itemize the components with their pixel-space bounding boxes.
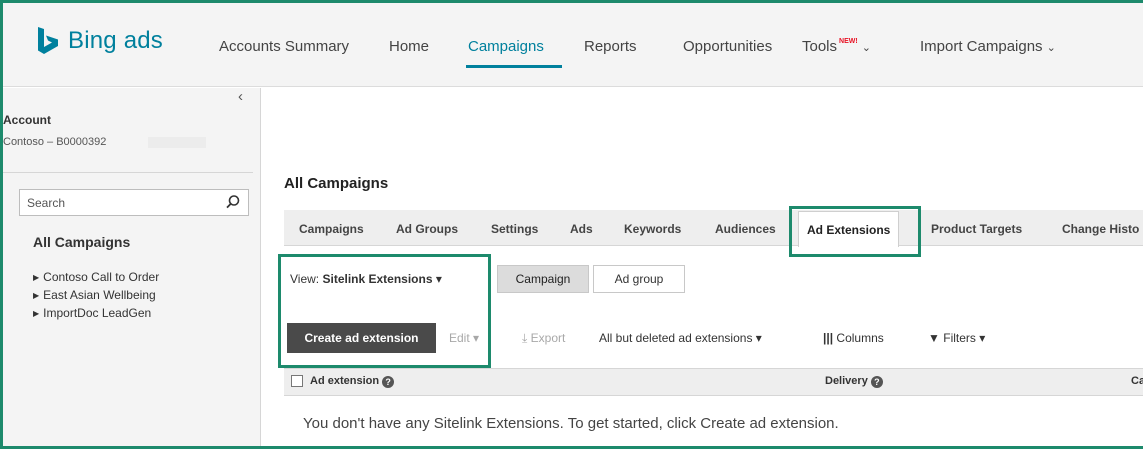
campaign-label: Contoso Call to Order (43, 270, 160, 284)
nav-tools[interactable]: Tools NEW!⌄ (802, 38, 871, 55)
view-prefix: View: (290, 272, 320, 286)
tab-settings[interactable]: Settings (491, 222, 538, 236)
nav-tools-label: Tools (802, 38, 838, 55)
filter-icon: ▼ (928, 331, 940, 345)
create-ad-extension-button[interactable]: Create ad extension (287, 323, 436, 353)
redacted-area (148, 137, 206, 148)
account-label: Account (3, 113, 51, 127)
column-header-label: Ad extension (310, 375, 380, 387)
caret-down-icon: ▾ (435, 272, 442, 286)
sidebar-campaign-item[interactable]: ▶ ImportDoc LeadGen (33, 306, 151, 320)
top-navigation: Bing ads Accounts Summary Home Campaigns… (3, 3, 1143, 87)
nav-accounts-summary[interactable]: Accounts Summary (219, 38, 349, 55)
tab-product-targets[interactable]: Product Targets (931, 222, 1022, 236)
toggle-campaign[interactable]: Campaign (497, 265, 589, 293)
column-header-label: Delivery (825, 375, 868, 387)
export-label: Export (530, 331, 566, 345)
sidebar: ‹ Account Contoso – B0000392 All Campaig… (3, 88, 261, 446)
tab-ads[interactable]: Ads (570, 222, 593, 236)
columns-label: Columns (836, 331, 884, 345)
export-button[interactable]: ⤓ Export (522, 331, 565, 346)
edit-label: Edit (449, 331, 470, 345)
sidebar-heading[interactable]: All Campaigns (33, 234, 130, 250)
empty-state-message: You don't have any Sitelink Extensions. … (303, 415, 839, 432)
nav-reports[interactable]: Reports (584, 38, 637, 55)
tab-campaigns[interactable]: Campaigns (299, 222, 364, 236)
search-input[interactable] (27, 195, 207, 211)
filters-button[interactable]: ▼ Filters ▾ (928, 331, 985, 345)
tab-change-history[interactable]: Change Histo (1062, 222, 1139, 236)
new-badge: NEW! (839, 38, 858, 45)
column-header-truncated[interactable]: Ca (1131, 375, 1143, 387)
select-all-checkbox[interactable] (291, 375, 303, 387)
bing-logo-icon (38, 27, 58, 54)
caret-down-icon: ▾ (473, 331, 480, 345)
app-window: Bing ads Accounts Summary Home Campaigns… (0, 0, 1143, 449)
chevron-down-icon: ⌄ (1046, 42, 1056, 54)
chevron-left-icon[interactable]: ‹ (238, 88, 243, 105)
tab-ad-extensions[interactable]: Ad Extensions (798, 211, 900, 247)
page-title: All Campaigns (284, 175, 389, 192)
nav-import-label: Import Campaigns (920, 38, 1043, 55)
status-filter-label: All but deleted ad extensions (599, 331, 753, 345)
expand-arrow-icon: ▶ (33, 273, 40, 282)
brand-logo[interactable]: Bing ads (38, 27, 163, 55)
help-icon[interactable]: ? (870, 376, 883, 388)
download-icon: ⤓ (522, 331, 528, 345)
chevron-down-icon: ⌄ (861, 42, 871, 54)
expand-arrow-icon: ▶ (33, 309, 40, 318)
search-icon[interactable] (225, 194, 241, 210)
caret-down-icon: ▾ (979, 331, 986, 345)
campaign-label: ImportDoc LeadGen (43, 306, 152, 320)
toggle-ad-group[interactable]: Ad group (593, 265, 685, 293)
filters-label: Filters (943, 331, 976, 345)
brand-name: Bing ads (68, 27, 163, 54)
sidebar-campaign-item[interactable]: ▶ Contoso Call to Order (33, 270, 159, 284)
divider (3, 172, 253, 173)
caret-down-icon: ▾ (755, 331, 762, 345)
view-selector[interactable]: View: Sitelink Extensions ▾ (290, 272, 442, 286)
table-header-row (284, 368, 1143, 396)
nav-campaigns[interactable]: Campaigns (468, 38, 544, 55)
tab-ad-groups[interactable]: Ad Groups (396, 222, 458, 236)
tab-audiences[interactable]: Audiences (715, 222, 776, 236)
nav-opportunities[interactable]: Opportunities (683, 38, 772, 55)
tab-keywords[interactable]: Keywords (624, 222, 681, 236)
view-value: Sitelink Extensions (322, 272, 433, 286)
nav-import-campaigns[interactable]: Import Campaigns ⌄ (920, 38, 1056, 55)
edit-button[interactable]: Edit ▾ (449, 331, 479, 345)
status-filter-dropdown[interactable]: All but deleted ad extensions ▾ (599, 331, 762, 345)
column-header-ad-extension[interactable]: Ad extension? (310, 375, 395, 388)
nav-home[interactable]: Home (389, 38, 429, 55)
columns-icon: ||| (823, 331, 834, 345)
help-icon[interactable]: ? (382, 376, 395, 388)
sidebar-campaign-item[interactable]: ▶ East Asian Wellbeing (33, 288, 156, 302)
active-nav-indicator (466, 65, 562, 68)
sidebar-search (19, 189, 249, 216)
campaign-label: East Asian Wellbeing (43, 288, 156, 302)
account-value[interactable]: Contoso – B0000392 (3, 136, 106, 148)
columns-button[interactable]: ||| Columns (823, 331, 884, 345)
column-header-delivery[interactable]: Delivery? (825, 375, 883, 388)
expand-arrow-icon: ▶ (33, 291, 40, 300)
